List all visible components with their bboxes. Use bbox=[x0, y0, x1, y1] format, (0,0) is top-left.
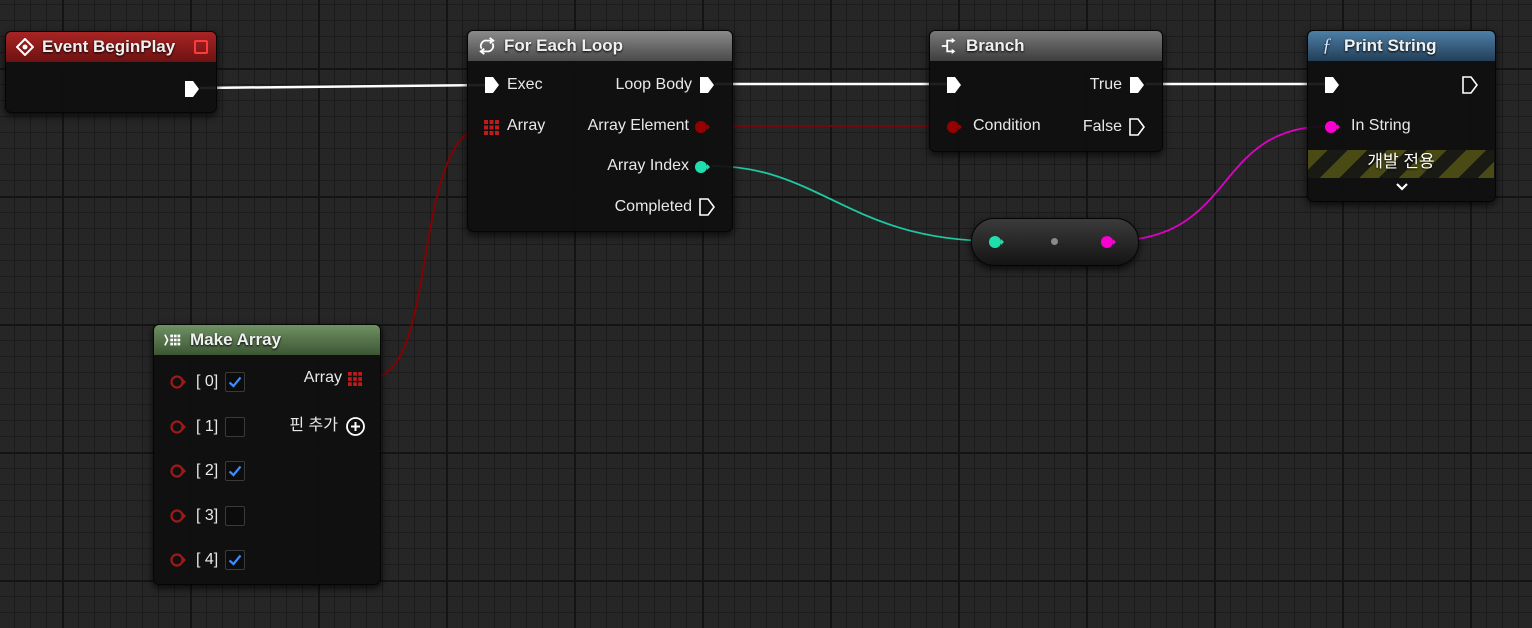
checkmark-icon bbox=[228, 376, 242, 388]
add-pin-label[interactable]: 핀 추가 bbox=[289, 416, 338, 436]
loop-exec-in-pin[interactable] bbox=[484, 76, 500, 94]
make-array-node[interactable]: Make Array Array 핀 추가 [ 0] [ 1] [ 2] [ 3] [ … bbox=[153, 324, 381, 585]
branch-header[interactable]: Branch bbox=[930, 31, 1162, 61]
development-only-label: 개발 전용 bbox=[1367, 152, 1435, 171]
loop-array-label: Array bbox=[507, 117, 546, 134]
array-item-label: [ 3] bbox=[196, 506, 219, 524]
exec-out-pin[interactable] bbox=[184, 80, 200, 98]
loop-body-out-pin[interactable] bbox=[699, 76, 715, 94]
checkmark-icon bbox=[228, 465, 242, 477]
for-each-loop-title: For Each Loop bbox=[504, 36, 623, 55]
array-item-in-pin[interactable] bbox=[170, 375, 186, 389]
branch-title: Branch bbox=[966, 36, 1025, 55]
add-pin-icon[interactable] bbox=[345, 416, 366, 437]
function-icon: ƒ bbox=[1322, 35, 1332, 56]
in-string-label: In String bbox=[1351, 117, 1411, 134]
array-item-row: [ 0] bbox=[154, 371, 274, 393]
array-item-row: [ 3] bbox=[154, 505, 274, 527]
in-string-pin[interactable] bbox=[1324, 120, 1340, 134]
array-item-checkbox[interactable] bbox=[225, 372, 245, 392]
array-item-row: [ 1] bbox=[154, 416, 274, 438]
completed-label: Completed bbox=[614, 198, 692, 215]
loop-array-in-pin[interactable] bbox=[484, 120, 499, 135]
for-each-loop-node[interactable]: For Each Loop Exec Array Loop Body Array… bbox=[467, 30, 733, 232]
event-beginplay-title: Event BeginPlay bbox=[42, 37, 176, 56]
condition-in-pin[interactable] bbox=[946, 120, 962, 134]
branch-exec-in-pin[interactable] bbox=[946, 76, 962, 94]
loop-body-label: Loop Body bbox=[615, 76, 692, 93]
true-label: True bbox=[1089, 76, 1122, 93]
chevron-down-icon[interactable] bbox=[1395, 182, 1409, 192]
print-string-title: Print String bbox=[1344, 36, 1437, 55]
condition-label: Condition bbox=[973, 117, 1041, 134]
array-item-label: [ 2] bbox=[196, 462, 219, 479]
true-out-pin[interactable] bbox=[1129, 76, 1145, 94]
false-label: False bbox=[1082, 118, 1122, 135]
for-each-loop-header[interactable]: For Each Loop bbox=[468, 31, 732, 61]
make-array-icon bbox=[164, 331, 182, 349]
array-element-label: Array Element bbox=[587, 117, 689, 134]
loop-exec-label: Exec bbox=[507, 76, 543, 93]
make-array-output-label: Array bbox=[303, 369, 342, 386]
print-exec-in-pin[interactable] bbox=[1324, 76, 1340, 94]
event-beginplay-header[interactable]: Event BeginPlay bbox=[6, 32, 216, 62]
conversion-string-out-pin[interactable] bbox=[1100, 235, 1116, 249]
stop-square-icon bbox=[194, 40, 208, 54]
array-item-in-pin[interactable] bbox=[170, 419, 186, 434]
array-item-in-pin[interactable] bbox=[170, 508, 186, 523]
array-item-in-pin[interactable] bbox=[170, 464, 186, 478]
array-item-label: [ 1] bbox=[196, 417, 219, 435]
array-item-label: [ 0] bbox=[196, 373, 219, 390]
make-array-title: Make Array bbox=[190, 330, 282, 349]
false-out-pin[interactable] bbox=[1129, 118, 1145, 136]
conversion-center-dot bbox=[1051, 238, 1058, 245]
int-to-string-conversion-node[interactable] bbox=[971, 218, 1139, 266]
print-string-node[interactable]: ƒ Print String In String 개발 전용 bbox=[1307, 30, 1496, 202]
event-beginplay-node[interactable]: Event BeginPlay bbox=[5, 31, 217, 113]
array-item-row: [ 2] bbox=[154, 460, 274, 482]
branch-node[interactable]: Branch Condition True False bbox=[929, 30, 1163, 152]
array-item-checkbox[interactable] bbox=[225, 550, 245, 570]
wire-int-index-to-convert[interactable] bbox=[711, 165, 996, 242]
print-string-header[interactable]: ƒ Print String bbox=[1308, 31, 1495, 61]
array-item-checkbox[interactable] bbox=[225, 416, 245, 437]
loop-icon bbox=[478, 37, 496, 55]
branch-icon bbox=[940, 37, 958, 55]
array-item-row: [ 4] bbox=[154, 549, 274, 571]
array-index-label: Array Index bbox=[607, 157, 689, 174]
array-index-out-pin[interactable] bbox=[694, 160, 710, 174]
wire-exec-begin-to-loop[interactable] bbox=[199, 83, 491, 90]
print-exec-out-pin[interactable] bbox=[1462, 76, 1478, 94]
completed-out-pin[interactable] bbox=[699, 198, 715, 216]
array-item-checkbox[interactable] bbox=[225, 461, 245, 481]
array-element-out-pin[interactable] bbox=[694, 120, 710, 134]
array-item-in-pin[interactable] bbox=[170, 553, 186, 567]
array-item-label: [ 4] bbox=[196, 551, 219, 568]
array-item-checkbox[interactable] bbox=[225, 505, 245, 526]
checkmark-icon bbox=[228, 554, 242, 566]
event-diamond-icon bbox=[16, 38, 34, 56]
make-array-output-pin[interactable] bbox=[348, 372, 362, 386]
conversion-int-in-pin[interactable] bbox=[988, 235, 1004, 249]
make-array-header[interactable]: Make Array bbox=[154, 325, 380, 355]
